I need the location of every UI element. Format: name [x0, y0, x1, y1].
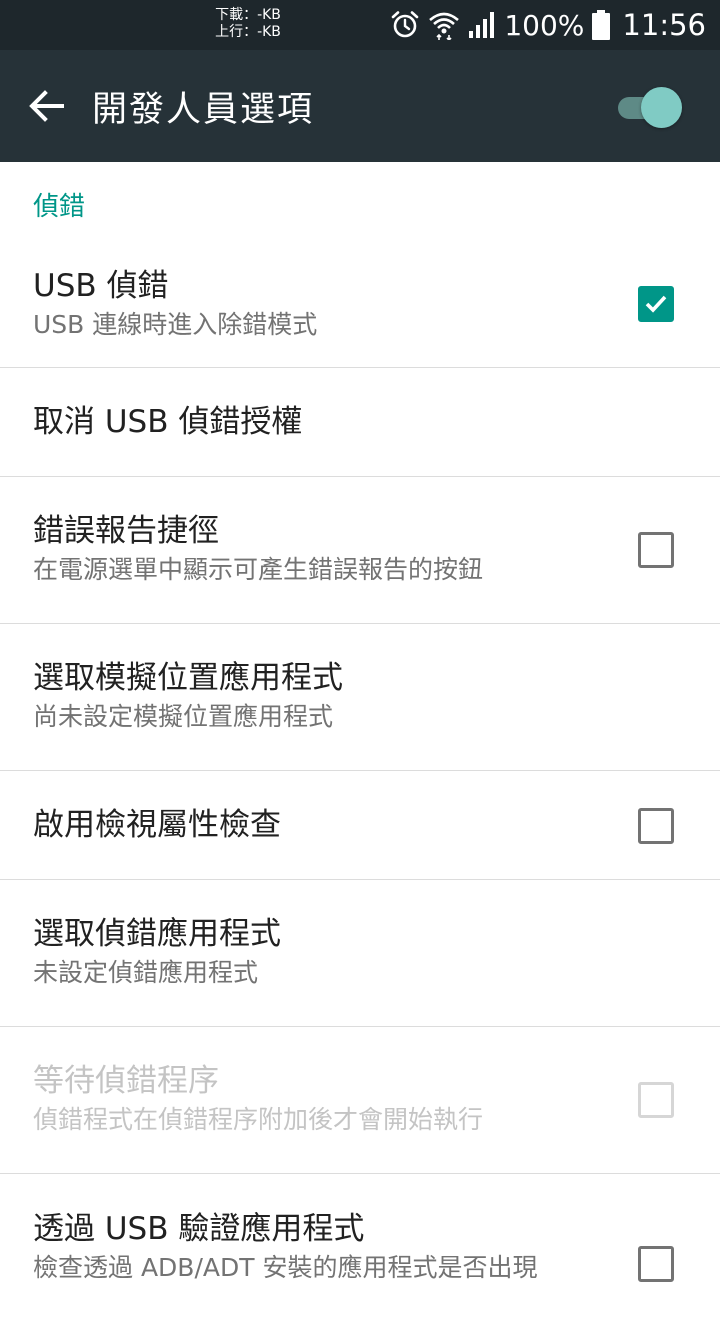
pref-bug-report-shortcut[interactable]: 錯誤報告捷徑 在電源選單中顯示可產生錯誤報告的按鈕	[0, 477, 720, 624]
pref-title: 透過 USB 驗證應用程式	[33, 1210, 365, 1247]
pref-summary: 尚未設定模擬位置應用程式	[33, 702, 334, 731]
battery-percent: 100%	[504, 8, 585, 42]
battery-icon	[592, 10, 611, 40]
pref-title: 選取偵錯應用程式	[33, 916, 281, 952]
upload-speed: 上行：-KB	[215, 24, 281, 40]
checkmark-icon	[645, 295, 667, 313]
pref-summary: 在電源選單中顯示可產生錯誤報告的按鈕	[33, 555, 484, 584]
pref-verify-apps-over-usb[interactable]: 透過 USB 驗證應用程式 檢查透過 ADB/ADT 安裝的應用程式是否出現	[0, 1174, 720, 1321]
wait-for-debugger-checkbox	[638, 1082, 674, 1118]
alarm-icon	[390, 10, 420, 40]
pref-mock-location-app[interactable]: 選取模擬位置應用程式 尚未設定模擬位置應用程式	[0, 624, 720, 771]
pref-title: 取消 USB 偵錯授權	[33, 404, 303, 440]
switch-thumb	[641, 87, 682, 128]
cell-signal-icon	[468, 11, 496, 39]
back-button[interactable]	[20, 80, 72, 132]
bug-report-shortcut-checkbox[interactable]	[638, 532, 674, 568]
section-header: 偵錯	[33, 192, 86, 222]
pref-title: 錯誤報告捷徑	[33, 513, 219, 549]
pref-title: 啟用檢視屬性檢查	[33, 807, 281, 843]
pref-summary: 檢查透過 ADB/ADT 安裝的應用程式是否出現	[33, 1252, 538, 1282]
pref-summary: 偵錯程式在偵錯程序附加後才會開始執行	[33, 1105, 484, 1134]
verify-apps-over-usb-checkbox[interactable]	[638, 1246, 674, 1282]
pref-summary: USB 連線時進入除錯模式	[33, 309, 318, 339]
page-title: 開發人員選項	[92, 89, 315, 130]
pref-usb-debugging[interactable]: USB 偵錯 USB 連線時進入除錯模式	[0, 242, 720, 368]
pref-debug-app[interactable]: 選取偵錯應用程式 未設定偵錯應用程式	[0, 880, 720, 1027]
pref-revoke-usb-authorizations[interactable]: 取消 USB 偵錯授權	[0, 368, 720, 477]
status-icons: 100% 11:56	[390, 0, 706, 50]
download-speed: 下載：-KB	[215, 7, 281, 23]
settings-list: 偵錯 USB 偵錯 USB 連線時進入除錯模式 取消 USB 偵錯授權 錯誤報告…	[0, 162, 720, 1321]
pref-summary: 未設定偵錯應用程式	[33, 958, 259, 987]
pref-view-attribute-inspection[interactable]: 啟用檢視屬性檢查	[0, 771, 720, 880]
back-arrow-icon	[29, 90, 64, 122]
pref-title: USB 偵錯	[33, 267, 169, 304]
status-bar: 下載：-KB 上行：-KB 100% 11:56	[0, 0, 720, 50]
wifi-icon	[428, 10, 460, 40]
clock: 11:56	[622, 8, 706, 42]
app-bar: 開發人員選項	[0, 50, 720, 162]
network-speed-indicator: 下載：-KB 上行：-KB	[208, 7, 288, 41]
pref-title: 等待偵錯程序	[33, 1063, 219, 1099]
pref-wait-for-debugger: 等待偵錯程序 偵錯程式在偵錯程序附加後才會開始執行	[0, 1027, 720, 1174]
developer-options-switch[interactable]	[614, 87, 684, 128]
pref-title: 選取模擬位置應用程式	[33, 660, 343, 696]
usb-debugging-checkbox[interactable]	[638, 286, 674, 322]
view-attribute-inspection-checkbox[interactable]	[638, 808, 674, 844]
